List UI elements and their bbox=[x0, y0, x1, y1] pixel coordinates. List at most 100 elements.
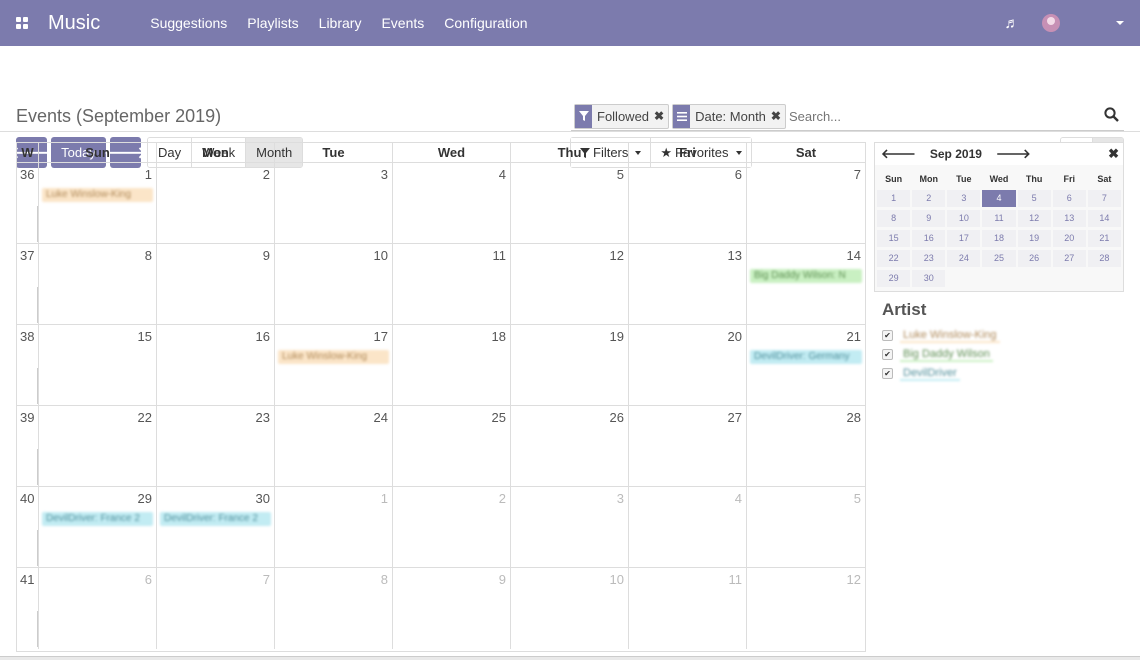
checkbox[interactable]: ✔ bbox=[882, 330, 893, 341]
mini-day[interactable]: 30 bbox=[912, 270, 946, 287]
search-icon[interactable] bbox=[1098, 106, 1124, 126]
avatar[interactable] bbox=[1042, 14, 1060, 32]
mini-day[interactable]: 4 bbox=[982, 190, 1016, 207]
close-icon[interactable]: ✖ bbox=[1108, 146, 1119, 162]
day-cell[interactable]: 15 bbox=[39, 325, 157, 405]
menu-item-events[interactable]: Events bbox=[371, 15, 434, 31]
user-menu[interactable] bbox=[1072, 19, 1112, 27]
day-cell[interactable]: 7 bbox=[157, 568, 275, 649]
close-icon[interactable]: ✖ bbox=[771, 109, 785, 123]
day-cell[interactable]: 8 bbox=[39, 244, 157, 324]
day-cell[interactable]: 5 bbox=[511, 163, 629, 243]
day-cell[interactable]: 3 bbox=[275, 163, 393, 243]
day-cell[interactable]: 1 bbox=[275, 487, 393, 567]
day-cell[interactable]: 19 bbox=[511, 325, 629, 405]
day-cell[interactable]: 3 bbox=[511, 487, 629, 567]
arrow-left-icon[interactable]: 🡐 bbox=[881, 146, 916, 162]
horizontal-scrollbar[interactable] bbox=[0, 656, 1140, 660]
day-cell[interactable]: 10 bbox=[275, 244, 393, 324]
day-cell[interactable]: 11 bbox=[629, 568, 747, 649]
artist-filter-item[interactable]: ✔ DevilDriver bbox=[882, 366, 1116, 381]
mini-day[interactable]: 6 bbox=[1052, 190, 1086, 207]
mini-day[interactable]: 16 bbox=[912, 230, 946, 247]
mini-day[interactable]: 18 bbox=[982, 230, 1016, 247]
day-cell[interactable]: 21 DevilDriver: Germany bbox=[747, 325, 865, 405]
day-cell[interactable]: 4 bbox=[629, 487, 747, 567]
mini-day[interactable]: 17 bbox=[947, 230, 981, 247]
artist-filter-item[interactable]: ✔ Luke Winslow-King bbox=[882, 328, 1116, 343]
day-cell[interactable]: 24 bbox=[275, 406, 393, 486]
day-cell[interactable]: 12 bbox=[511, 244, 629, 324]
checkbox[interactable]: ✔ bbox=[882, 349, 893, 360]
mini-day[interactable]: 1 bbox=[877, 190, 911, 207]
mini-day[interactable]: 28 bbox=[1087, 250, 1121, 267]
day-cell[interactable]: 2 bbox=[157, 163, 275, 243]
day-cell[interactable]: 26 bbox=[511, 406, 629, 486]
checkbox[interactable]: ✔ bbox=[882, 368, 893, 379]
day-cell[interactable]: 16 bbox=[157, 325, 275, 405]
mini-day[interactable]: 7 bbox=[1087, 190, 1121, 207]
mini-day[interactable]: 23 bbox=[912, 250, 946, 267]
mini-day[interactable]: 11 bbox=[982, 210, 1016, 227]
day-cell[interactable]: 6 bbox=[39, 568, 157, 649]
menu-item-suggestions[interactable]: Suggestions bbox=[140, 15, 237, 31]
day-cell[interactable]: 9 bbox=[157, 244, 275, 324]
mini-day[interactable]: 10 bbox=[947, 210, 981, 227]
day-cell[interactable]: 28 bbox=[747, 406, 865, 486]
day-cell[interactable]: 8 bbox=[275, 568, 393, 649]
menu-item-playlists[interactable]: Playlists bbox=[237, 15, 308, 31]
mini-day[interactable]: 3 bbox=[947, 190, 981, 207]
day-cell[interactable]: 10 bbox=[511, 568, 629, 649]
day-cell[interactable]: 14 Big Daddy Wilson: N bbox=[747, 244, 865, 324]
calendar-event[interactable]: Luke Winslow-King bbox=[278, 350, 389, 364]
mini-day[interactable]: 20 bbox=[1052, 230, 1086, 247]
apps-menu-icon[interactable] bbox=[0, 0, 44, 46]
day-cell[interactable]: 9 bbox=[393, 568, 511, 649]
artist-filter-item[interactable]: ✔ Big Daddy Wilson bbox=[882, 347, 1116, 362]
day-cell[interactable]: 30 DevilDriver: France 2 bbox=[157, 487, 275, 567]
music-note-icon[interactable]: ♬ bbox=[992, 15, 1032, 32]
mini-day[interactable]: 19 bbox=[1017, 230, 1051, 247]
mini-day[interactable]: 22 bbox=[877, 250, 911, 267]
day-cell[interactable]: 7 bbox=[747, 163, 865, 243]
mini-day[interactable]: 12 bbox=[1017, 210, 1051, 227]
menu-item-library[interactable]: Library bbox=[309, 15, 372, 31]
mini-day[interactable]: 29 bbox=[877, 270, 911, 287]
mini-day[interactable]: 8 bbox=[877, 210, 911, 227]
day-cell[interactable]: 2 bbox=[393, 487, 511, 567]
search-input[interactable] bbox=[788, 103, 1098, 129]
mini-day[interactable]: 24 bbox=[947, 250, 981, 267]
calendar-event[interactable]: DevilDriver: France 2 bbox=[42, 512, 153, 526]
day-cell[interactable]: 4 bbox=[393, 163, 511, 243]
arrow-right-icon[interactable]: 🡒 bbox=[996, 146, 1031, 162]
day-cell[interactable]: 29 DevilDriver: France 2 bbox=[39, 487, 157, 567]
calendar-event[interactable]: Luke Winslow-King bbox=[42, 188, 153, 202]
day-cell[interactable]: 12 bbox=[747, 568, 865, 649]
day-cell[interactable]: 17 Luke Winslow-King bbox=[275, 325, 393, 405]
mini-day[interactable]: 25 bbox=[982, 250, 1016, 267]
day-cell[interactable]: 25 bbox=[393, 406, 511, 486]
chevron-down-icon[interactable] bbox=[1116, 21, 1124, 25]
day-cell[interactable]: 6 bbox=[629, 163, 747, 243]
day-cell[interactable]: 13 bbox=[629, 244, 747, 324]
mini-day[interactable]: 26 bbox=[1017, 250, 1051, 267]
calendar-event[interactable]: Big Daddy Wilson: N bbox=[750, 269, 862, 283]
day-cell[interactable]: 1 Luke Winslow-King bbox=[39, 163, 157, 243]
day-cell[interactable]: 18 bbox=[393, 325, 511, 405]
mini-day[interactable]: 15 bbox=[877, 230, 911, 247]
day-cell[interactable]: 11 bbox=[393, 244, 511, 324]
mini-day[interactable]: 2 bbox=[912, 190, 946, 207]
day-cell[interactable]: 22 bbox=[39, 406, 157, 486]
menu-item-configuration[interactable]: Configuration bbox=[434, 15, 537, 31]
calendar-event[interactable]: DevilDriver: Germany bbox=[750, 350, 862, 364]
mini-day[interactable]: 21 bbox=[1087, 230, 1121, 247]
day-cell[interactable]: 5 bbox=[747, 487, 865, 567]
day-cell[interactable]: 20 bbox=[629, 325, 747, 405]
mini-day[interactable]: 14 bbox=[1087, 210, 1121, 227]
day-cell[interactable]: 23 bbox=[157, 406, 275, 486]
app-brand[interactable]: Music bbox=[48, 12, 100, 35]
mini-day[interactable]: 9 bbox=[912, 210, 946, 227]
mini-day[interactable]: 27 bbox=[1052, 250, 1086, 267]
close-icon[interactable]: ✖ bbox=[654, 109, 668, 123]
calendar-event[interactable]: DevilDriver: France 2 bbox=[160, 512, 271, 526]
